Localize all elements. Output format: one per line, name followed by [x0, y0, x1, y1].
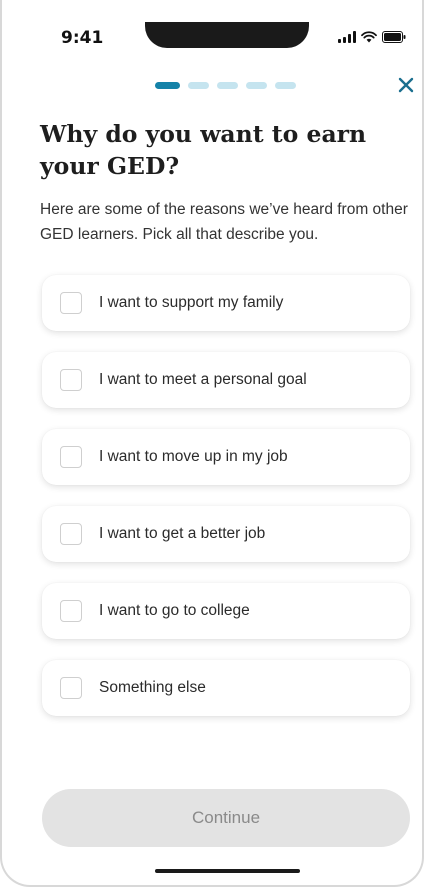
option-label: Something else — [99, 679, 206, 696]
page-subtitle: Here are some of the reasons we’ve heard… — [40, 201, 408, 243]
checkbox[interactable] — [60, 600, 82, 622]
close-button[interactable] — [395, 74, 417, 96]
option-label: I want to go to college — [99, 602, 250, 619]
signal-icon — [338, 31, 356, 43]
battery-icon — [382, 31, 406, 43]
option-personal-goal[interactable]: I want to meet a personal goal — [42, 352, 410, 408]
option-label: I want to move up in my job — [99, 448, 288, 465]
option-label: I want to support my family — [99, 294, 284, 311]
progress-indicator — [155, 82, 296, 89]
status-time: 9:41 — [61, 28, 104, 48]
checkbox[interactable] — [60, 677, 82, 699]
progress-step — [275, 82, 296, 89]
status-bar: 9:41 — [2, 0, 422, 70]
progress-step — [246, 82, 267, 89]
progress-step — [155, 82, 180, 89]
option-label: I want to meet a personal goal — [99, 371, 307, 388]
option-label: I want to get a better job — [99, 525, 266, 542]
home-indicator — [155, 869, 300, 873]
progress-step — [188, 82, 209, 89]
checkbox[interactable] — [60, 292, 82, 314]
option-something-else[interactable]: Something else — [42, 660, 410, 716]
status-icons — [338, 30, 406, 44]
page-title: Why do you want to earn your GED? — [40, 120, 367, 180]
option-move-up-job[interactable]: I want to move up in my job — [42, 429, 410, 485]
phone-screen: 9:41 Why do you want to earn your GED? H… — [0, 0, 424, 887]
device-notch — [145, 22, 309, 48]
continue-button[interactable]: Continue — [42, 789, 410, 847]
progress-step — [217, 82, 238, 89]
option-support-family[interactable]: I want to support my family — [42, 275, 410, 331]
checkbox[interactable] — [60, 523, 82, 545]
option-go-to-college[interactable]: I want to go to college — [42, 583, 410, 639]
checkbox[interactable] — [60, 369, 82, 391]
checkbox[interactable] — [60, 446, 82, 468]
close-icon[interactable] — [395, 74, 417, 96]
option-better-job[interactable]: I want to get a better job — [42, 506, 410, 562]
options-list: I want to support my family I want to me… — [42, 275, 410, 737]
wifi-icon — [361, 31, 377, 43]
